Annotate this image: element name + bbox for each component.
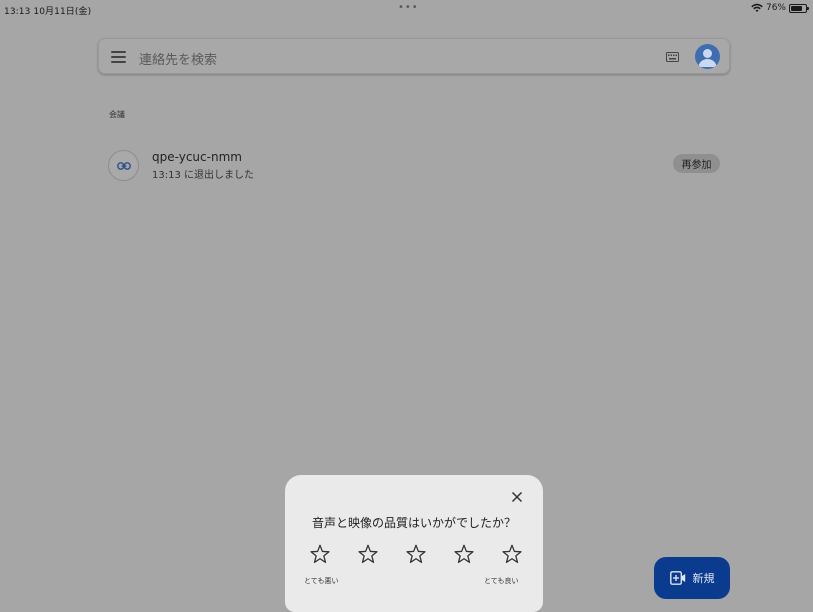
- battery-percent: 76%: [765, 3, 786, 13]
- meeting-code: qpe-ycuc-nmm: [152, 150, 242, 164]
- battery-icon: [789, 3, 809, 13]
- star-3-icon[interactable]: [405, 543, 427, 565]
- close-icon[interactable]: [511, 491, 523, 503]
- status-indicators: 76%: [751, 3, 809, 13]
- meeting-status: 13:13 に退出しました: [152, 170, 254, 181]
- link-icon: [108, 150, 139, 181]
- new-meeting-label: 新規: [692, 572, 715, 585]
- star-rating: [309, 543, 523, 565]
- new-video-icon: [669, 571, 685, 585]
- status-time-date: 13:13 10月11日(金): [4, 7, 92, 17]
- star-4-icon[interactable]: [453, 543, 475, 565]
- star-5-icon[interactable]: [501, 543, 523, 565]
- rejoin-button[interactable]: 再参加: [673, 154, 720, 173]
- menu-icon[interactable]: [111, 51, 126, 63]
- rating-high-label: とても良い: [484, 577, 519, 585]
- rating-question: 音声と映像の品質はいかがでしたか？: [311, 516, 516, 530]
- rating-dialog: 音声と映像の品質はいかがでしたか？ とても悪い とても良い: [285, 475, 543, 612]
- wifi-icon: [751, 3, 763, 12]
- keyboard-icon[interactable]: [666, 52, 679, 62]
- section-label-meetings: 会議: [109, 110, 125, 119]
- search-input[interactable]: 連絡先を検索: [139, 49, 217, 68]
- new-meeting-button[interactable]: 新規: [654, 557, 730, 599]
- meeting-list-item[interactable]: qpe-ycuc-nmm 13:13 に退出しました 再参加: [108, 148, 720, 186]
- status-bar: 13:13 10月11日(金) ••• 76%: [0, 0, 813, 18]
- person-icon: [698, 49, 717, 67]
- multitasking-dots[interactable]: •••: [398, 2, 419, 13]
- star-2-icon[interactable]: [357, 543, 379, 565]
- account-avatar[interactable]: [695, 44, 720, 69]
- rating-low-label: とても悪い: [304, 577, 339, 585]
- battery-fill: [791, 5, 802, 11]
- star-1-icon[interactable]: [309, 543, 331, 565]
- search-bar[interactable]: 連絡先を検索: [98, 38, 730, 74]
